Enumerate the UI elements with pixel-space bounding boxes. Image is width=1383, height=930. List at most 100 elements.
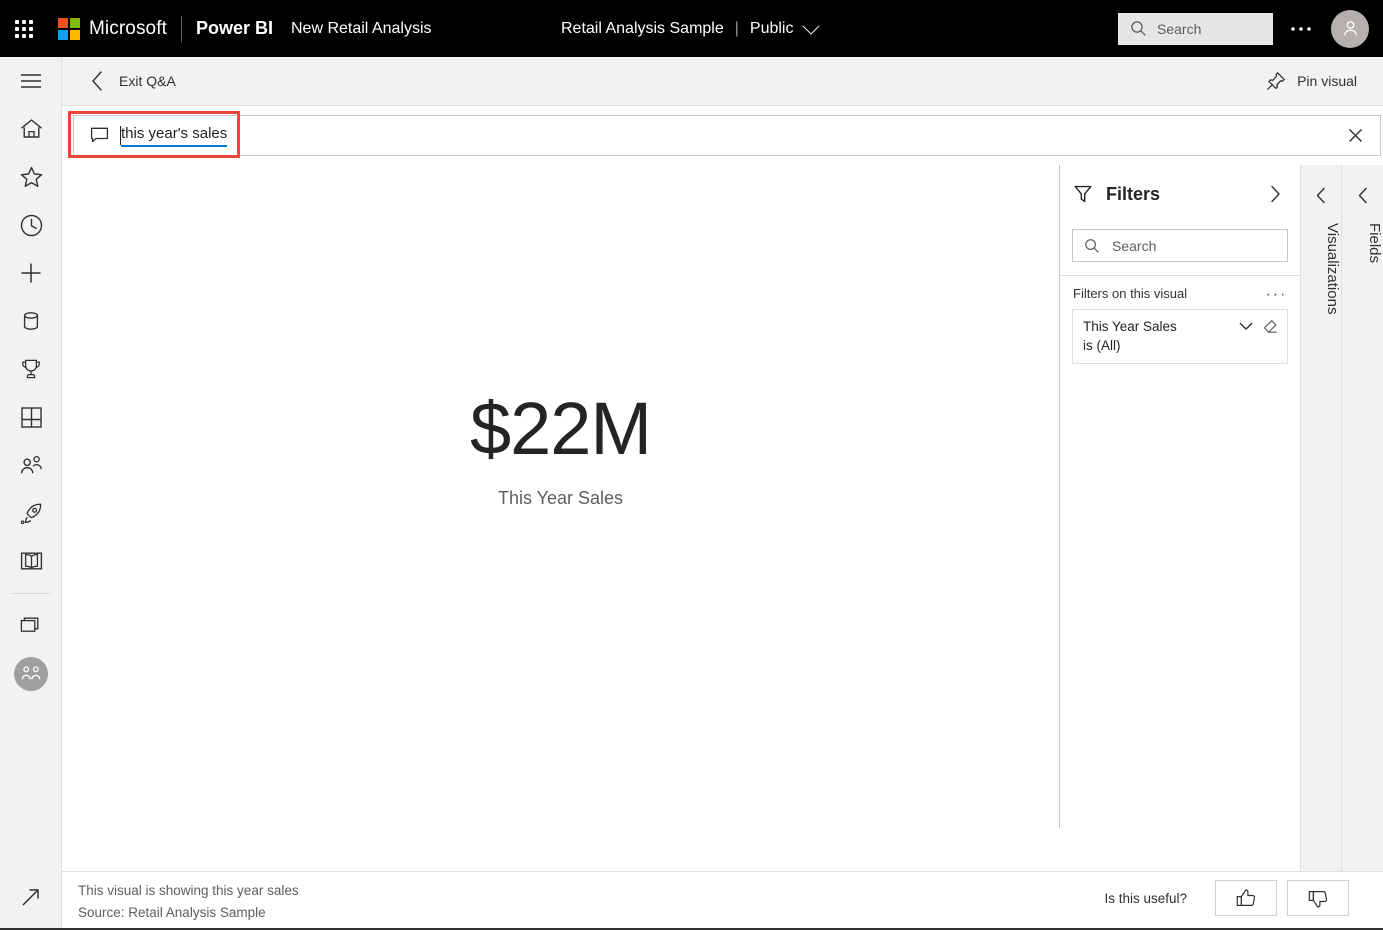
header-actions: Search <box>1118 0 1383 57</box>
sidebar-item-create[interactable] <box>0 249 62 297</box>
search-icon <box>1085 238 1099 253</box>
expand-fields-button[interactable] <box>1342 187 1383 204</box>
microsoft-wordmark: Microsoft <box>89 17 167 39</box>
selected-indicator <box>14 657 48 691</box>
filter-icon <box>1074 185 1092 203</box>
avatar[interactable] <box>1331 9 1369 48</box>
filter-card[interactable]: This Year Sales is (All) <box>1072 309 1288 364</box>
qna-footer: This visual is showing this year sales S… <box>62 871 1383 930</box>
card-value: $22M <box>469 387 652 470</box>
sidebar-item-home[interactable] <box>0 105 62 153</box>
sidebar-item-recent[interactable] <box>0 201 62 249</box>
filters-pane: Filters Search Filters on this visual ··… <box>1060 165 1300 871</box>
hamburger-icon <box>21 74 41 88</box>
feedback-label: Is this useful? <box>1104 890 1187 906</box>
qna-chat-icon <box>90 127 109 143</box>
chevron-down-icon[interactable] <box>802 17 820 35</box>
thumbs-up-button[interactable] <box>1215 880 1277 916</box>
sidebar-item-deployment-pipelines[interactable] <box>0 489 62 537</box>
chevron-left-icon <box>1358 187 1367 204</box>
sidebar-item-goals[interactable] <box>0 345 62 393</box>
thumbs-up-icon <box>1236 888 1256 906</box>
clear-question-button[interactable] <box>1344 125 1366 147</box>
person-icon <box>1343 21 1357 36</box>
collapse-filters-button[interactable] <box>1262 181 1288 207</box>
global-search-input[interactable]: Search <box>1118 12 1273 45</box>
sidebar-item-favorites[interactable] <box>0 153 62 201</box>
expand-arrow-icon <box>22 889 39 906</box>
card-visual[interactable]: $22M This Year Sales <box>62 165 1059 871</box>
rocket-icon <box>20 503 41 524</box>
clock-icon <box>20 214 42 236</box>
database-icon <box>23 312 39 330</box>
chevron-left-icon <box>1316 187 1325 204</box>
microsoft-logo-icon <box>58 17 80 40</box>
workspaces-icon <box>20 617 38 632</box>
people-icon <box>20 455 42 473</box>
filters-search-placeholder: Search <box>1112 237 1157 254</box>
thumbs-down-icon <box>1308 890 1328 908</box>
breadcrumb-sensitivity[interactable]: Public <box>750 20 794 38</box>
sidebar-item-current-workspace[interactable] <box>0 650 62 698</box>
nav-divider <box>11 593 51 594</box>
eraser-icon[interactable] <box>1263 319 1279 334</box>
header-divider <box>180 15 182 42</box>
microsoft-logo-link[interactable]: Microsoft <box>58 17 167 40</box>
search-icon <box>1131 21 1146 36</box>
fields-pane-collapsed[interactable]: Fields <box>1341 165 1383 873</box>
left-navigation <box>0 57 62 930</box>
filter-card-state: is (All) <box>1083 338 1121 353</box>
header-more-button[interactable] <box>1279 9 1323 49</box>
breadcrumb: Retail Analysis Sample | Public <box>561 0 820 57</box>
pin-visual-label: Pin visual <box>1297 73 1357 89</box>
visual-description-source: Source: Retail Analysis Sample <box>78 905 266 920</box>
filters-title: Filters <box>1106 183 1161 204</box>
visualizations-pane-collapsed[interactable]: Visualizations <box>1300 165 1341 873</box>
breadcrumb-workspace[interactable]: Retail Analysis Sample <box>561 20 724 38</box>
exit-qna-button[interactable]: Exit Q&A <box>80 64 186 98</box>
filters-on-visual-section: Filters on this visual ··· <box>1060 276 1300 307</box>
report-title[interactable]: New Retail Analysis <box>291 20 432 38</box>
visualizations-pane-label: Visualizations <box>1324 223 1341 315</box>
sidebar-item-learn[interactable] <box>0 537 62 585</box>
visual-description-line1: This visual is showing this year sales <box>78 883 299 898</box>
workspace-people-icon <box>21 666 41 680</box>
breadcrumb-separator: | <box>734 19 739 37</box>
sidebar-item-shared-with-me[interactable] <box>0 441 62 489</box>
book-icon <box>20 552 42 570</box>
pin-icon <box>1267 72 1285 90</box>
ellipsis-icon <box>1291 26 1311 31</box>
app-header: Microsoft Power BI New Retail Analysis R… <box>0 0 1383 57</box>
filters-search-input[interactable]: Search <box>1072 229 1288 262</box>
exit-qna-label: Exit Q&A <box>119 73 176 89</box>
powerbi-home-link[interactable]: Power BI <box>196 18 273 39</box>
sidebar-item-workspaces[interactable] <box>0 602 62 650</box>
app-launcher-button[interactable] <box>0 0 48 57</box>
chevron-right-icon <box>1270 185 1280 203</box>
sidebar-item-navigation-menu[interactable] <box>0 57 62 105</box>
feedback-section: Is this useful? <box>1104 880 1349 916</box>
fields-pane-label: Fields <box>1366 223 1383 264</box>
command-bar: Exit Q&A Pin visual <box>62 57 1383 106</box>
expand-nav-button[interactable] <box>0 874 62 920</box>
qna-question-input[interactable]: this year's sales <box>73 115 1381 156</box>
filters-header: Filters <box>1060 165 1300 223</box>
apps-grid-icon <box>20 406 42 428</box>
filters-section-label: Filters on this visual <box>1073 286 1188 301</box>
qna-input-content: this year's sales <box>90 116 228 155</box>
chevron-down-icon[interactable] <box>1239 322 1253 331</box>
expand-visualizations-button[interactable] <box>1301 187 1341 204</box>
filters-section-more-button[interactable]: ··· <box>1266 285 1287 302</box>
trophy-icon <box>22 359 40 379</box>
pin-visual-button[interactable]: Pin visual <box>1258 65 1365 97</box>
sidebar-item-datahub[interactable] <box>0 297 62 345</box>
qna-question-text: this year's sales <box>121 124 228 147</box>
home-icon <box>20 119 42 138</box>
close-icon <box>1348 129 1362 142</box>
visual-description: This visual is showing this year sales S… <box>78 880 299 924</box>
qna-input-row: this year's sales <box>62 107 1383 165</box>
sidebar-item-apps[interactable] <box>0 393 62 441</box>
thumbs-down-button[interactable] <box>1287 880 1349 916</box>
star-icon <box>20 166 42 187</box>
plus-icon <box>21 263 41 283</box>
